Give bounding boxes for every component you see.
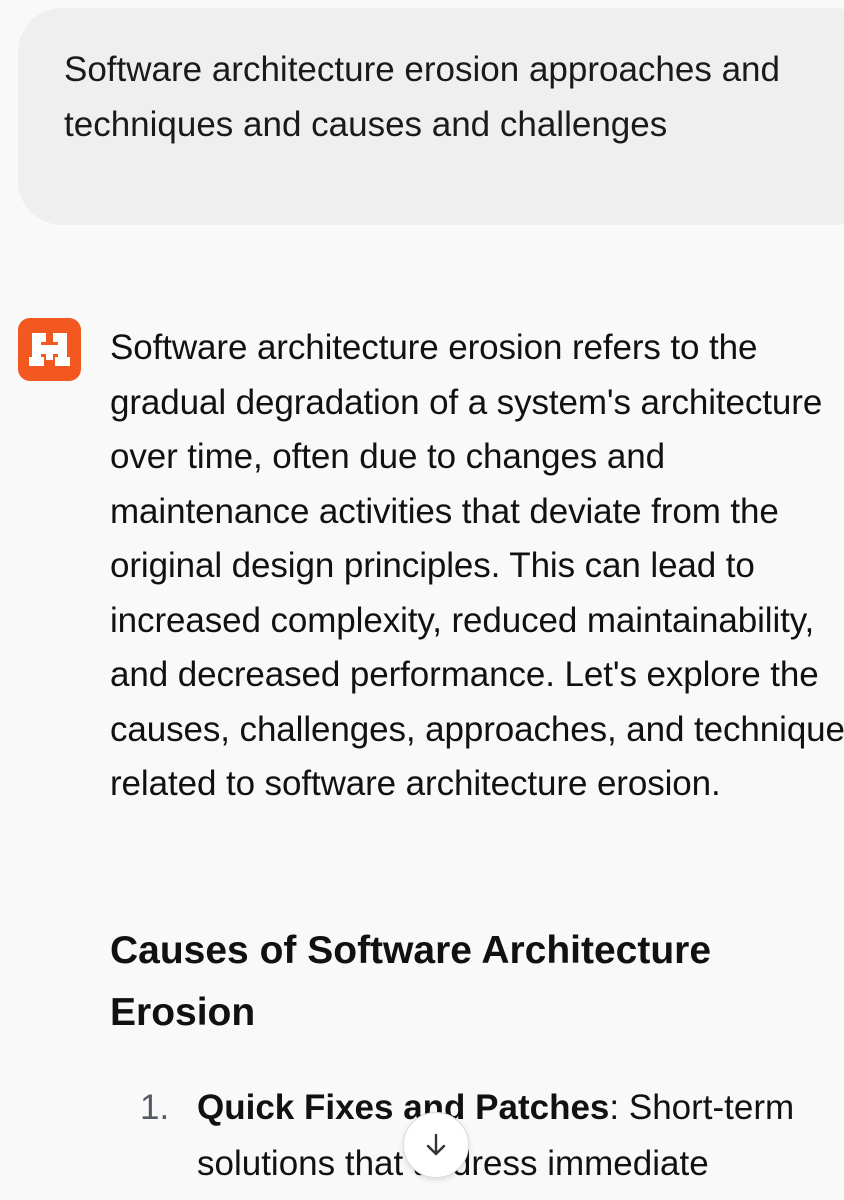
assistant-message-text: Software architecture erosion refers to … [110,328,844,803]
mistral-logo-icon [18,318,81,381]
arrow-down-icon [426,1133,446,1156]
causes-list: 1. Quick Fixes and Patches: Short-term s… [110,1080,844,1192]
list-item: 1. Quick Fixes and Patches: Short-term s… [110,1080,844,1192]
user-message-text: Software architecture erosion approaches… [64,50,780,144]
user-message-bubble: Software architecture erosion approaches… [18,8,844,225]
chat-view: Software architecture erosion approaches… [0,0,844,1200]
scroll-to-bottom-button[interactable] [403,1112,469,1178]
list-item-title: Quick Fixes and Patches [197,1088,610,1127]
list-item-number: 1. [140,1088,170,1127]
section-heading: Causes of Software Architecture Erosion [110,929,712,1034]
